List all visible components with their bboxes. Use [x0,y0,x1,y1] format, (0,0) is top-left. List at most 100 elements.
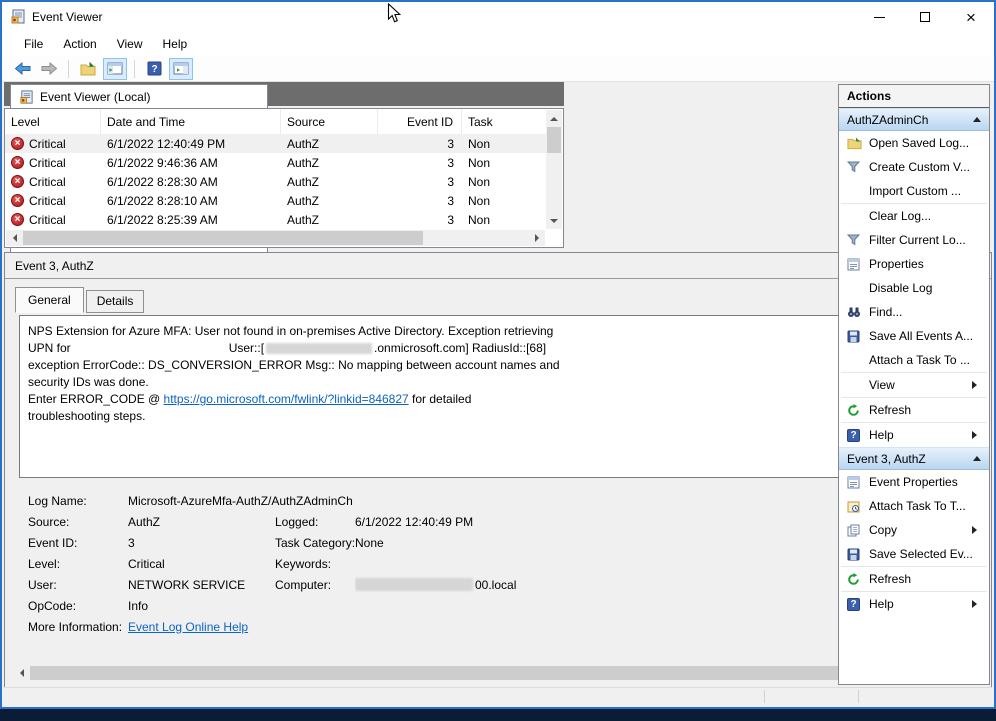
find-binoculars-icon [847,306,869,318]
action-help[interactable]: Help [839,423,989,447]
submenu-arrow-icon [972,381,981,389]
main-area: Event Viewer (Local) Custom Views Server… [4,82,992,689]
scroll-down-arrow[interactable] [546,213,562,229]
field-label: Level: [28,553,128,574]
critical-icon [11,175,24,188]
window-title: Event Viewer [32,10,102,24]
event-description[interactable]: NPS Extension for Azure MFA: User not fo… [19,315,977,478]
error-code-link[interactable]: https://go.microsoft.com/fwlink/?linkid=… [164,392,409,406]
status-separator [858,690,859,703]
action-pane-toggle-button[interactable] [169,58,193,80]
open-saved-log-button[interactable] [76,58,100,80]
close-button[interactable] [948,2,994,32]
menu-help[interactable]: Help [153,32,198,56]
column-header-task[interactable]: Task [462,109,546,134]
forward-button[interactable] [37,58,61,80]
collapse-section-icon[interactable] [973,113,981,122]
svg-text:?: ? [151,64,157,75]
title-bar[interactable]: Event Viewer [2,2,994,32]
scrollbar-thumb[interactable] [23,231,423,245]
properties-icon [847,258,869,271]
field-value-level: Critical [128,553,275,574]
redacted-user-text [266,343,372,354]
help-button[interactable]: ? [142,58,166,80]
field-label: User: [28,574,128,595]
field-label: OpCode: [28,595,128,616]
action-filter-current-log[interactable]: Filter Current Lo... [839,228,989,252]
submenu-arrow-icon [972,600,981,608]
scroll-right-arrow[interactable] [529,230,545,246]
field-value-user: NETWORK SERVICE [128,574,275,595]
action-event-properties[interactable]: Event Properties [839,470,989,494]
action-find[interactable]: Find... [839,300,989,324]
action-save-all-events[interactable]: Save All Events A... [839,324,989,348]
menu-action[interactable]: Action [53,32,106,56]
action-save-selected-events[interactable]: Save Selected Ev... [839,542,989,566]
maximize-icon [920,12,930,22]
critical-icon [11,156,24,169]
save-floppy-icon [847,548,869,561]
event-list: Level Date and Time Source Event ID Task… [4,108,564,248]
action-create-custom-view[interactable]: Create Custom V... [839,155,989,179]
results-pane: AuthZAdminCh Number of events: 953 Level… [4,82,564,683]
event-list-horizontal-scrollbar[interactable] [6,230,545,246]
event-row[interactable]: Critical 6/1/2022 9:46:36 AM AuthZ 3 Non [5,153,546,172]
action-attach-task-to-log[interactable]: Attach a Task To ... [839,348,989,372]
menu-view[interactable]: View [107,32,153,56]
action-copy[interactable]: Copy [839,518,989,542]
menu-file[interactable]: File [14,32,53,56]
maximize-button[interactable] [902,2,948,32]
minimize-button[interactable] [856,2,902,32]
action-refresh-event[interactable]: Refresh [839,567,989,591]
event-row[interactable]: Critical 6/1/2022 12:40:49 PM AuthZ 3 No… [5,134,546,153]
critical-icon [11,213,24,226]
redacted-computer-text [355,578,473,591]
event-row[interactable]: Critical 6/1/2022 8:28:30 AM AuthZ 3 Non [5,172,546,191]
action-open-saved-log[interactable]: Open Saved Log... [839,131,989,155]
scroll-left-arrow[interactable] [6,230,22,246]
column-header-event-id[interactable]: Event ID [378,109,462,134]
critical-icon [11,194,24,207]
tree-item-event-viewer-local[interactable]: Event Viewer (Local) [11,88,267,106]
column-header-date-time[interactable]: Date and Time [101,109,281,134]
scrollbar-thumb[interactable] [547,127,561,153]
action-view[interactable]: View [839,373,989,397]
event-list-vertical-scrollbar[interactable] [546,110,562,229]
filter-icon [847,234,869,246]
refresh-icon [847,404,869,417]
event-viewer-window: Event Viewer File Action View Help ? [0,0,996,709]
action-properties[interactable]: Properties [839,252,989,276]
action-disable-log[interactable]: Disable Log [839,276,989,300]
action-attach-task-to-event[interactable]: Attach Task To T... [839,494,989,518]
open-folder-icon [80,62,96,76]
actions-section-event3-authz[interactable]: Event 3, AuthZ [839,447,989,470]
back-button[interactable] [10,58,34,80]
refresh-icon [847,573,869,586]
save-floppy-icon [847,330,869,343]
column-header-level[interactable]: Level [5,109,101,134]
filter-icon [847,161,869,173]
status-separator [764,690,765,703]
event-row[interactable]: Critical 6/1/2022 8:25:39 AM AuthZ 3 Non [5,210,546,229]
action-clear-log[interactable]: Clear Log... [839,204,989,228]
submenu-arrow-icon [972,431,981,439]
collapse-section-icon[interactable] [973,452,981,461]
help-icon: ? [147,61,162,76]
field-label: Logged: [275,511,355,532]
tab-general[interactable]: General [15,287,84,313]
tab-details[interactable]: Details [86,290,145,313]
close-icon [966,9,976,26]
action-help-event[interactable]: Help [839,592,989,616]
console-tree-toggle-button[interactable] [103,58,127,80]
action-refresh[interactable]: Refresh [839,398,989,422]
scroll-up-arrow[interactable] [546,110,562,126]
column-header-source[interactable]: Source [281,109,378,134]
actions-section-authzadminch[interactable]: AuthZAdminCh [839,108,989,131]
scrollbar-thumb[interactable] [30,666,925,680]
toolbar-separator [134,60,135,78]
event-row[interactable]: Critical 6/1/2022 8:28:10 AM AuthZ 3 Non [5,191,546,210]
scroll-left-arrow[interactable] [13,665,29,681]
event-log-online-help-link[interactable]: Event Log Online Help [128,620,248,634]
action-pane-icon [173,62,189,75]
action-import-custom-view[interactable]: Import Custom ... [839,179,989,203]
